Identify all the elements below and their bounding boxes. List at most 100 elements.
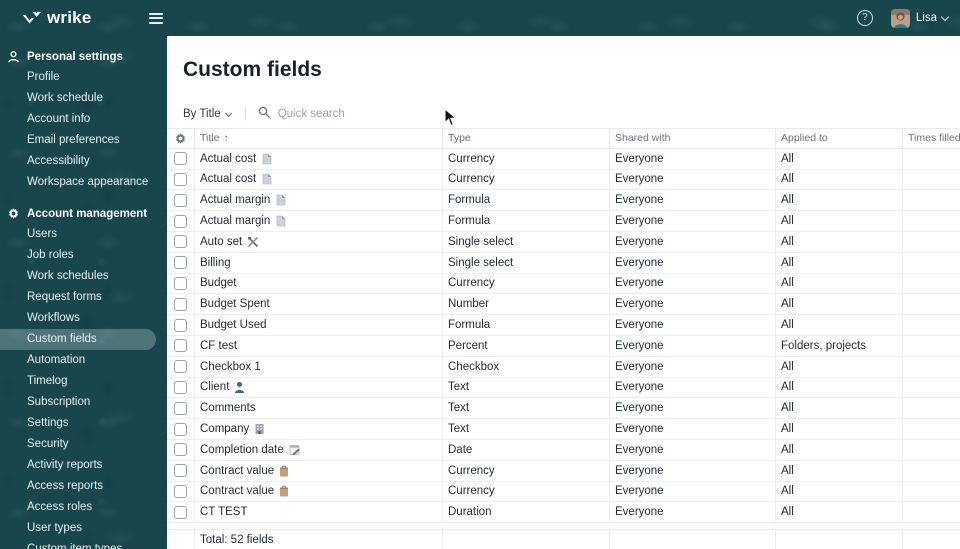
user-menu[interactable]: Lisa — [890, 8, 950, 28]
row-checkbox[interactable] — [174, 401, 187, 415]
row-checkbox[interactable] — [174, 193, 187, 207]
sidebar-item-access-reports[interactable]: Access reports — [0, 476, 167, 497]
cell-times-filled — [903, 190, 960, 210]
sidebar-item-workspace-appearance[interactable]: Workspace appearance — [0, 172, 167, 193]
cell-shared-with: Everyone — [610, 294, 776, 315]
gear-icon — [7, 207, 21, 221]
table-row[interactable]: Checkbox 1 Checkbox Everyone All — [167, 356, 960, 378]
row-checkbox[interactable] — [174, 318, 187, 332]
row-checkbox[interactable] — [174, 464, 187, 478]
sidebar-item-custom-item-types[interactable]: Custom item types — [0, 539, 167, 549]
sidebar-item-job-roles[interactable]: Job roles — [0, 245, 167, 266]
total-row-cell — [903, 530, 960, 549]
row-checkbox-cell — [167, 377, 195, 398]
row-checkbox-cell — [167, 190, 195, 211]
row-checkbox[interactable] — [174, 214, 187, 228]
sidebar-item-workflows[interactable]: Workflows — [0, 308, 167, 329]
table-row[interactable]: Actual margin Formula Everyone All — [167, 190, 960, 212]
sidebar-item-request-forms[interactable]: Request forms — [0, 287, 167, 308]
table-row[interactable]: Actual cost Currency Everyone All — [167, 148, 960, 170]
table-row[interactable]: Budget Spent Number Everyone All — [167, 294, 960, 316]
sidebar-item-subscription[interactable]: Subscription — [0, 392, 167, 413]
cell-shared-with: Everyone — [610, 356, 776, 377]
cell-times-filled — [903, 502, 960, 522]
sidebar-item-custom-fields[interactable]: Custom fields — [0, 329, 156, 350]
row-checkbox-cell — [167, 439, 195, 460]
sidebar-item-email-preferences[interactable]: Email preferences — [0, 130, 167, 151]
column-header-type[interactable]: Type — [443, 129, 610, 148]
sidebar-item-activity-reports[interactable]: Activity reports — [0, 455, 167, 476]
sidebar-item-work-schedules[interactable]: Work schedules — [0, 266, 167, 287]
table-row[interactable]: CT TEST Duration Everyone All — [167, 502, 960, 524]
column-header-shared-with[interactable]: Shared with — [610, 129, 776, 148]
sidebar-section-account-management: Account management — [0, 203, 167, 224]
table-row[interactable]: Contract value Currency Everyone All — [167, 460, 960, 482]
chevron-down-icon — [940, 12, 950, 21]
row-checkbox[interactable] — [174, 152, 187, 166]
cell-type: Checkbox — [443, 356, 610, 377]
help-button[interactable]: ? — [856, 10, 873, 26]
sidebar-item-work-schedule[interactable]: Work schedule — [0, 88, 167, 109]
search-placeholder: Quick search — [277, 108, 345, 120]
table-row[interactable]: Client Text Everyone All — [167, 377, 960, 399]
row-checkbox[interactable] — [174, 276, 187, 290]
sidebar-item-access-roles[interactable]: Access roles — [0, 497, 167, 518]
cell-applied-to: All — [776, 252, 903, 273]
row-checkbox[interactable] — [174, 256, 187, 270]
menu-icon[interactable] — [149, 12, 164, 24]
bag-icon — [279, 465, 289, 477]
sidebar-item-timelog[interactable]: Timelog — [0, 371, 167, 392]
table-row[interactable]: CF test Percent Everyone Folders, projects — [167, 335, 960, 357]
row-checkbox[interactable] — [174, 505, 187, 519]
row-checkbox[interactable] — [174, 443, 187, 457]
top-bar: wrike ? Lisa — [0, 0, 960, 36]
column-header-applied-to[interactable]: Applied to — [776, 129, 903, 148]
cell-title: Budget — [195, 273, 443, 294]
table-row[interactable]: Actual margin Formula Everyone All — [167, 211, 960, 232]
table-row[interactable]: Company Text Everyone All — [167, 419, 960, 440]
sidebar-item-accessibility[interactable]: Accessibility — [0, 151, 167, 172]
row-checkbox[interactable] — [174, 380, 187, 394]
cell-type: Formula — [443, 211, 610, 231]
column-header-times-filled[interactable]: Times filled — [903, 129, 960, 148]
wrike-logo[interactable]: wrike — [22, 8, 91, 28]
row-checkbox[interactable] — [174, 297, 187, 311]
row-checkbox[interactable] — [174, 484, 187, 498]
sidebar-item-automation[interactable]: Automation — [0, 350, 167, 371]
sidebar-section-personal-settings: Personal settings — [0, 46, 167, 67]
building-icon — [254, 423, 265, 435]
sidebar-item-user-types[interactable]: User types — [0, 518, 167, 539]
row-checkbox[interactable] — [174, 422, 187, 436]
table-row[interactable]: Comments Text Everyone All — [167, 398, 960, 420]
table-row[interactable]: Billing Single select Everyone All — [167, 252, 960, 274]
cell-type: Percent — [443, 335, 610, 356]
row-checkbox[interactable] — [174, 360, 187, 374]
table-row[interactable]: Budget Used Formula Everyone All — [167, 315, 960, 336]
cell-applied-to: All — [776, 377, 903, 398]
sidebar-item-profile[interactable]: Profile — [0, 67, 167, 88]
sort-by-dropdown[interactable]: By Title — [183, 108, 232, 120]
sidebar-item-security[interactable]: Security — [0, 434, 167, 455]
row-checkbox[interactable] — [174, 235, 187, 249]
quick-search-input[interactable]: Quick search — [258, 105, 345, 123]
sidebar-item-settings[interactable]: Settings — [0, 413, 167, 434]
cell-times-filled — [903, 149, 960, 169]
sidebar-item-users[interactable]: Users — [0, 224, 167, 245]
table-row[interactable]: Contract value Currency Everyone All — [167, 481, 960, 503]
total-row-cell — [443, 530, 610, 549]
cell-title: Budget Used — [195, 315, 443, 335]
main-content: Custom fields By Title Quick search Titl… — [167, 36, 960, 549]
row-checkbox[interactable] — [174, 339, 187, 353]
table-settings-gear-icon[interactable] — [167, 129, 195, 148]
row-checkbox[interactable] — [174, 172, 187, 186]
table-row[interactable]: Completion date Date Everyone All — [167, 439, 960, 461]
table-row[interactable]: Actual cost Currency Everyone All — [167, 169, 960, 191]
table-row[interactable]: Auto set Single select Everyone All — [167, 231, 960, 253]
column-header-title[interactable]: Title ↑ — [195, 129, 443, 148]
cell-type: Text — [443, 419, 610, 439]
cell-type: Formula — [443, 190, 610, 211]
table-row[interactable]: Budget Currency Everyone All — [167, 273, 960, 295]
cell-applied-to: All — [776, 356, 903, 377]
sidebar-item-account-info[interactable]: Account info — [0, 109, 167, 130]
row-checkbox-cell — [167, 252, 195, 273]
